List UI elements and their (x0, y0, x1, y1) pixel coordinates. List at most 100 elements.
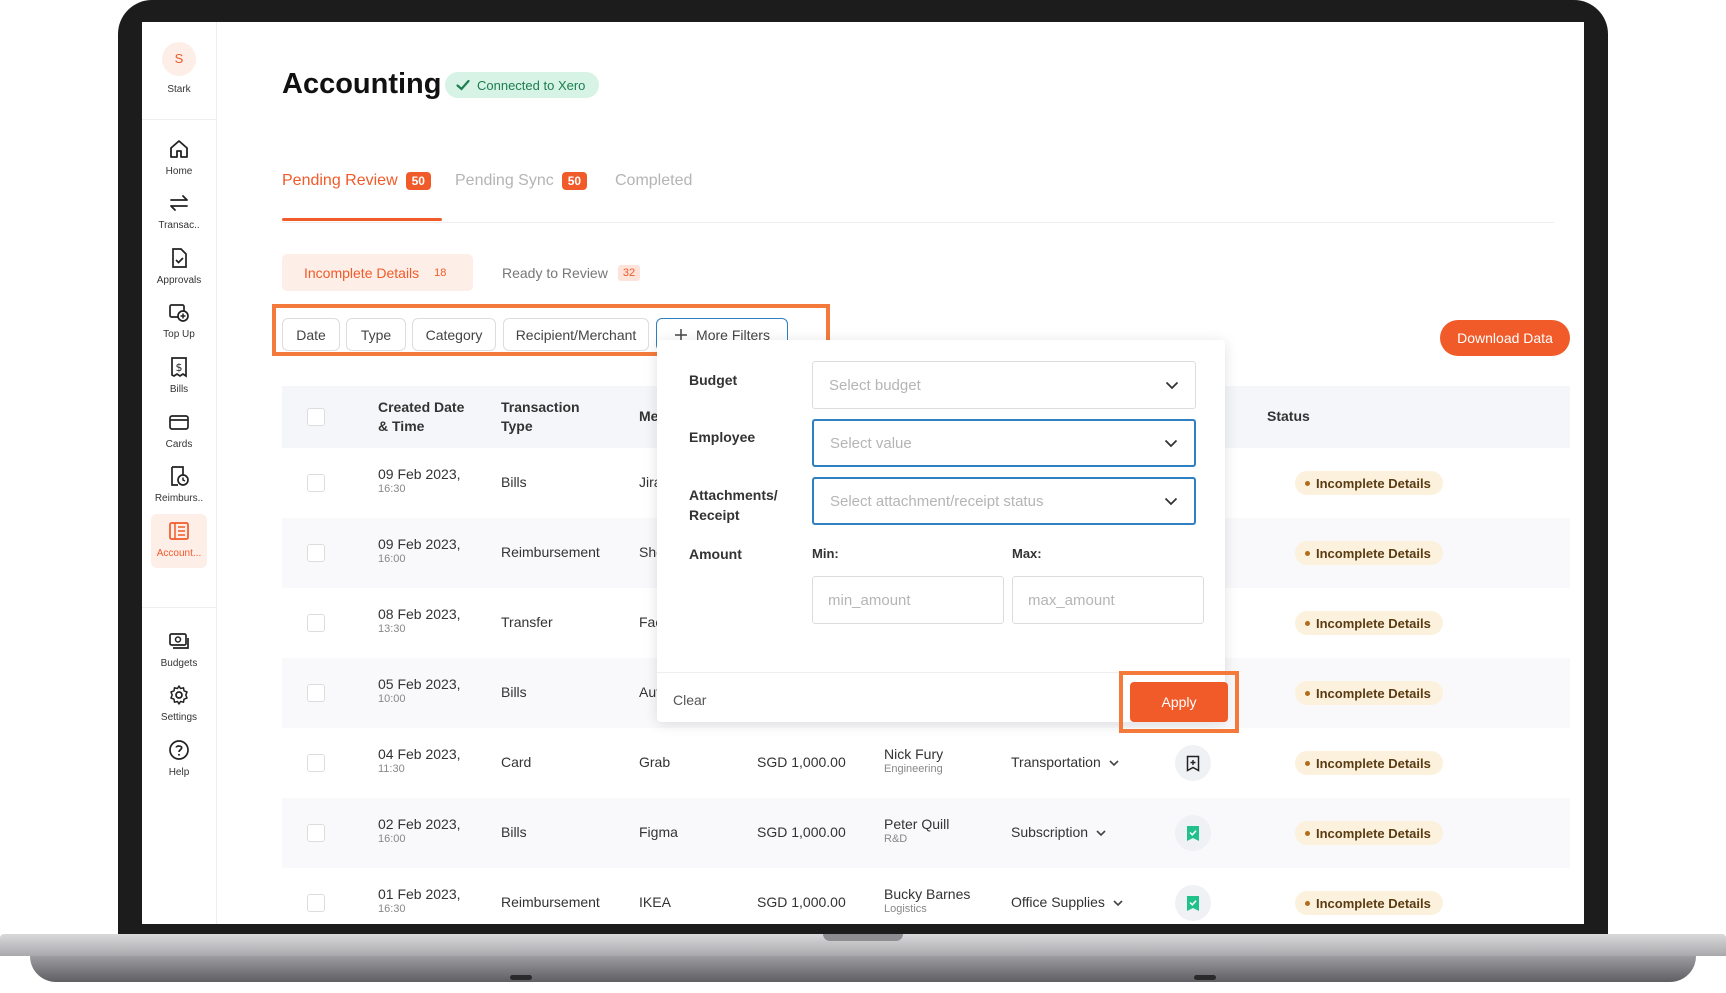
subtab-incomplete-details[interactable]: Incomplete Details 18 (282, 254, 474, 291)
employee-select-placeholder: Select value (830, 434, 912, 452)
laptop-base (0, 934, 1726, 993)
table-row[interactable]: 02 Feb 2023, 16:00 Bills Figma SGD 1,000.… (282, 798, 1570, 868)
sidebar-item-bills[interactable]: $ Bills (151, 350, 207, 404)
sidebar-item-settings[interactable]: Settings (151, 678, 207, 732)
row-department: R&D (884, 833, 908, 845)
sidebar-item-help[interactable]: Help (151, 733, 207, 787)
row-checkbox[interactable] (307, 544, 325, 562)
sidebar-item-accounting[interactable]: Account... (151, 514, 207, 568)
filter-date-button[interactable]: Date (282, 318, 340, 351)
chevron-down-icon (1113, 900, 1123, 907)
tab-completed[interactable]: Completed (615, 160, 692, 202)
budget-select[interactable]: Select budget (812, 361, 1196, 409)
sidebar-item-label: Reimburs.. (154, 493, 204, 504)
row-type: Bills (501, 684, 527, 700)
min-label: Min: (812, 546, 839, 561)
employee-label: Employee (689, 429, 756, 445)
row-type: Bills (501, 474, 527, 490)
attachment-status-select[interactable]: Select attachment/receipt status (812, 477, 1196, 525)
sidebar-item-budgets[interactable]: Budgets (151, 624, 207, 678)
row-checkbox[interactable] (307, 474, 325, 492)
sidebar-item-label: Account... (156, 548, 202, 559)
active-tab-indicator (282, 218, 442, 221)
row-department: Engineering (884, 763, 943, 775)
row-category-select[interactable]: Subscription (1011, 824, 1106, 840)
apply-button[interactable]: Apply (1130, 682, 1228, 722)
select-all-checkbox[interactable] (307, 408, 325, 426)
sidebar-item-label: Transac.. (158, 220, 200, 231)
status-badge: Incomplete Details (1295, 681, 1443, 705)
transfer-arrows-icon (170, 195, 188, 211)
receipt-attached-icon (1187, 895, 1199, 911)
table-row[interactable]: 04 Feb 2023, 11:30 Card Grab SGD 1,000.00… (282, 728, 1570, 798)
sidebar-item-home[interactable]: Home (151, 132, 207, 186)
row-type: Transfer (501, 614, 553, 630)
status-badge: Incomplete Details (1295, 891, 1443, 915)
user-name: Stark (167, 84, 191, 95)
sidebar-item-approvals[interactable]: Approvals (151, 241, 207, 295)
sidebar-item-label: Bills (169, 384, 189, 395)
filter-category-button[interactable]: Category (412, 318, 496, 351)
receipt-button[interactable] (1175, 745, 1211, 781)
clear-button[interactable]: Clear (673, 692, 706, 708)
budget-select-placeholder: Select budget (829, 376, 921, 394)
table-row[interactable]: 01 Feb 2023, 16:30 Reimbursement IKEA SGD… (282, 868, 1570, 924)
user-profile[interactable]: S Stark (142, 42, 216, 95)
help-icon (169, 740, 189, 760)
tab-pending-sync[interactable]: Pending Sync 50 (455, 160, 588, 202)
header-status: Status (1267, 408, 1310, 424)
budget-label: Budget (689, 372, 738, 388)
row-amount: SGD 1,000.00 (757, 754, 846, 770)
employee-select[interactable]: Select value (812, 419, 1196, 467)
subtab-count: 18 (434, 266, 447, 279)
avatar[interactable]: S (162, 42, 196, 76)
page-title: Accounting (282, 68, 442, 100)
receipt-upload-icon (1186, 755, 1200, 772)
header-created-date: Created Date & Time (378, 399, 465, 434)
row-employee: Peter Quill R&D (884, 816, 950, 845)
min-amount-input[interactable]: min_amount (812, 576, 1004, 624)
sidebar-item-top-up[interactable]: Top Up (151, 295, 207, 349)
row-checkbox[interactable] (307, 684, 325, 702)
max-label: Max: (1012, 546, 1042, 561)
row-time: 16:00 (378, 833, 406, 845)
subtab-ready-to-review[interactable]: Ready to Review 32 (502, 254, 641, 291)
row-checkbox[interactable] (307, 894, 325, 912)
sidebar-item-reimbursements[interactable]: Reimburs.. (151, 459, 207, 513)
chevron-down-icon (1165, 381, 1179, 389)
document-check-icon (172, 248, 187, 268)
sidebar-item-transactions[interactable]: Transac.. (151, 186, 207, 240)
attachments-label: Attachments/Receipt (689, 487, 778, 523)
tab-label: Pending Review (282, 172, 398, 189)
tab-pending-review[interactable]: Pending Review 50 (282, 160, 431, 202)
main-tabs: Pending Review 50 Pending Sync 50 Comple… (282, 160, 1554, 223)
row-type: Card (501, 754, 532, 770)
download-data-button[interactable]: Download Data (1440, 320, 1570, 356)
xero-badge-label: Connected to Xero (477, 77, 586, 93)
sidebar-item-label: Budgets (160, 658, 198, 669)
row-merchant: Figma (639, 824, 678, 840)
tab-count-badge: 50 (561, 172, 588, 190)
sidebar-item-cards[interactable]: Cards (151, 405, 207, 459)
subtab-count: 32 (617, 264, 641, 281)
row-checkbox[interactable] (307, 754, 325, 772)
row-time: 13:30 (378, 623, 406, 635)
status-badge: Incomplete Details (1295, 611, 1443, 635)
row-merchant: Grab (639, 754, 671, 770)
filter-type-button[interactable]: Type (346, 318, 406, 351)
max-amount-input[interactable]: max_amount (1012, 576, 1204, 624)
bill-dollar-icon: $ (171, 357, 187, 378)
tab-label: Pending Sync (455, 172, 554, 189)
filter-recipient-button[interactable]: Recipient/Merchant (503, 318, 649, 351)
row-checkbox[interactable] (307, 824, 325, 842)
row-date: 05 Feb 2023, 10:00 (378, 676, 461, 705)
receipt-button[interactable] (1175, 815, 1211, 851)
row-category-select[interactable]: Transportation (1011, 754, 1119, 770)
subtab-label: Incomplete Details (304, 264, 420, 281)
sidebar-item-label: Settings (160, 712, 198, 723)
receipt-button[interactable] (1175, 885, 1211, 921)
wallet-plus-icon (169, 304, 189, 322)
row-category-select[interactable]: Office Supplies (1011, 894, 1123, 910)
row-checkbox[interactable] (307, 614, 325, 632)
row-type: Reimbursement (501, 894, 600, 910)
